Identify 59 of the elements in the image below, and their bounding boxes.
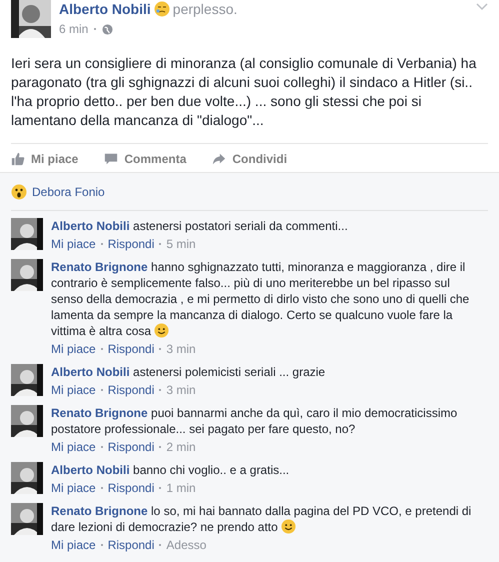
- reply-link[interactable]: Rispondi: [108, 439, 154, 455]
- separator-dot: [100, 389, 103, 391]
- separator-dot: [159, 544, 162, 546]
- separator-dot: [100, 487, 103, 489]
- reply-link[interactable]: Rispondi: [108, 537, 154, 553]
- comment-time: 3 min: [166, 341, 196, 357]
- separator-dot: [100, 446, 103, 448]
- comment-button[interactable]: Commenta: [104, 152, 186, 166]
- like-button[interactable]: Mi piace: [11, 152, 78, 166]
- share-button[interactable]: Condividi: [212, 152, 288, 166]
- comment-time: 3 min: [166, 382, 196, 398]
- speech-bubble-icon: [104, 152, 118, 166]
- separator-dot: [100, 544, 103, 546]
- smiley-icon: [154, 323, 170, 338]
- like-link[interactable]: Mi piace: [51, 382, 96, 398]
- separator-dot: [159, 348, 162, 350]
- feeling-label: perplesso.: [172, 1, 238, 17]
- thumbs-up-icon: [11, 152, 25, 166]
- like-link[interactable]: Mi piace: [51, 480, 96, 496]
- comment-text: Alberto Nobili astenersi postatori seriali da commenti...: [51, 218, 349, 234]
- separator-dot: [94, 28, 96, 30]
- comment-text: Alberto Nobili banno chi voglio.. e a gratis...: [51, 462, 290, 478]
- comment-text: Renato Brignone puoi bannarmi anche da quì, caro il mio democraticissimo postatore professionale... sei pagato per fare questo, no?: [51, 405, 458, 437]
- commenter-name[interactable]: Renato Brignone: [51, 504, 148, 518]
- post-text: Ieri sera un consigliere di minoranza (al consiglio comunale di Verbania) ha paragonato (tra gli sghignazzi di alcuni suoi colleghi) il sindaco a Hitler (si.. l'ha proprio detto.. per ben due volte...) ... sono gli stessi che poi si lamentano della mancanza di "dialogo"...: [11, 54, 478, 130]
- reactor-name[interactable]: Debora Fonio: [32, 185, 105, 199]
- like-link[interactable]: Mi piace: [51, 439, 96, 455]
- reply-link[interactable]: Rispondi: [108, 480, 154, 496]
- comment-time: 2 min: [166, 439, 196, 455]
- commenter-name[interactable]: Alberto Nobili: [51, 219, 130, 233]
- emoji-icon: [154, 1, 170, 17]
- reply-link[interactable]: Rispondi: [108, 382, 154, 398]
- comment-time: 5 min: [166, 236, 196, 252]
- comment-text: Alberto Nobili astenersi polemicisti seriali ... grazie: [51, 364, 326, 380]
- separator-dot: [159, 446, 162, 448]
- comment-time: 1 min: [166, 480, 196, 496]
- author-name[interactable]: Alberto Nobili: [59, 1, 151, 17]
- share-icon: [212, 152, 226, 166]
- comment-text: Renato Brignone hanno sghignazzato tutti, minoranza e maggioranza , dire il contrario è semplicemente falso... più di uno meriterebbe un bel ripasso sul senso della democrazia , e mi permetto di dirlo visto che sono uno di quelli che lamenta da sempre la mancanza di dialogo. Certo se qualcuno vuole fare la vittima è altra cosa: [51, 259, 470, 339]
- separator-dot: [159, 487, 162, 489]
- separator-dot: [100, 243, 103, 245]
- reply-link[interactable]: Rispondi: [108, 236, 154, 252]
- comment-time: Adesso: [166, 537, 206, 553]
- like-link[interactable]: Mi piace: [51, 537, 96, 553]
- comment-text: Renato Brignone lo so, mi hai bannato dalla pagina del PD VCO, e pretendi di dare lezioni di democrazie? ne prendo atto: [51, 503, 472, 535]
- separator-dot: [100, 348, 103, 350]
- commenter-name[interactable]: Renato Brignone: [51, 406, 148, 420]
- commenter-name[interactable]: Renato Brignone: [51, 260, 148, 274]
- globe-icon: [102, 24, 114, 34]
- commenter-name[interactable]: Alberto Nobili: [51, 463, 130, 477]
- wow-emoji-icon: [11, 184, 27, 200]
- commenter-name[interactable]: Alberto Nobili: [51, 365, 130, 379]
- like-link[interactable]: Mi piace: [51, 341, 96, 357]
- reply-link[interactable]: Rispondi: [108, 341, 154, 357]
- like-link[interactable]: Mi piace: [51, 236, 96, 252]
- smiley-icon: [280, 519, 296, 534]
- chevron-icon[interactable]: [476, 3, 488, 11]
- separator-dot: [159, 389, 162, 391]
- separator-dot: [159, 243, 162, 245]
